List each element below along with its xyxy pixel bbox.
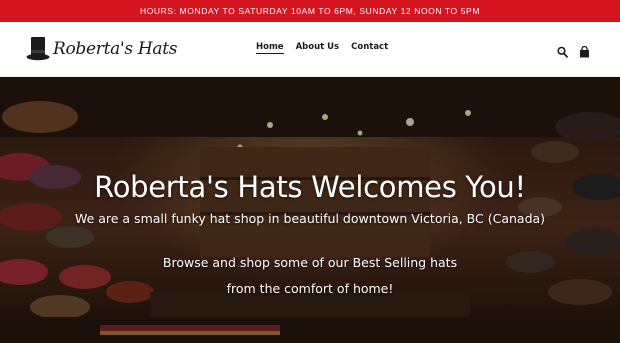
nav-home[interactable]: Home bbox=[256, 42, 284, 54]
hero-intro-text: We are a small funky hat shop in beautif… bbox=[74, 211, 546, 226]
nav-contact[interactable]: Contact bbox=[351, 42, 388, 54]
hero-banner: Roberta's Hats Welcomes You! We are a sm… bbox=[0, 77, 620, 343]
logo-text: Roberta's Hats bbox=[53, 39, 178, 59]
top-hat-icon bbox=[26, 37, 50, 61]
nav-about-us[interactable]: About Us bbox=[296, 42, 340, 54]
site-header: Roberta's Hats Home About Us Contact bbox=[0, 22, 620, 77]
main-nav: Home About Us Contact bbox=[256, 42, 388, 54]
search-icon[interactable] bbox=[557, 43, 568, 58]
announcement-text: HOURS: MONDAY TO SATURDAY 10AM TO 6PM, S… bbox=[139, 6, 481, 16]
hero-comfort-text: from the comfort of home! bbox=[226, 281, 394, 296]
announcement-bar: HOURS: MONDAY TO SATURDAY 10AM TO 6PM, S… bbox=[0, 0, 620, 22]
site-logo[interactable]: Roberta's Hats bbox=[26, 35, 178, 63]
hero-content: Roberta's Hats Welcomes You! We are a sm… bbox=[60, 77, 560, 343]
cart-icon[interactable] bbox=[579, 43, 590, 58]
header-actions bbox=[557, 43, 590, 58]
hero-browse-text: Browse and shop some of our Best Selling… bbox=[162, 255, 458, 270]
hero-title: Roberta's Hats Welcomes You! bbox=[94, 170, 526, 204]
